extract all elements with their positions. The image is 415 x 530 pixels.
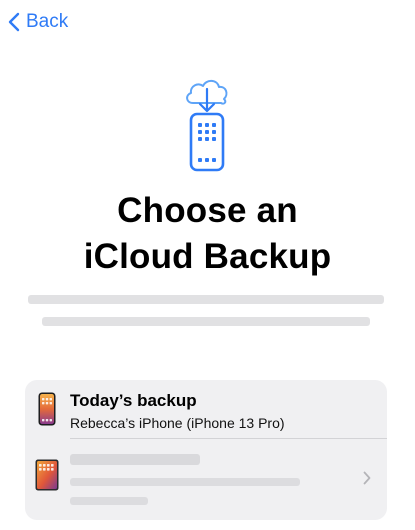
icloud-download-to-iphone-icon (183, 74, 231, 174)
backup-title: Today’s backup (70, 391, 197, 410)
iphone-icon (38, 392, 56, 431)
backup-device-name: Rebecca’s iPhone (iPhone 13 Pro) (70, 415, 285, 431)
backup-title-placeholder (70, 454, 200, 465)
backup-row-todays-backup[interactable]: Today’s backup Rebecca’s iPhone (iPhone … (25, 380, 387, 438)
backup-detail-placeholder (70, 478, 300, 486)
page-title-line-2: iCloud Backup (83, 237, 332, 276)
back-button[interactable]: Back (8, 10, 68, 34)
description-placeholder-line (28, 295, 384, 304)
backup-detail-placeholder (70, 497, 148, 505)
ipad-icon (35, 459, 59, 496)
description-placeholder-line (42, 317, 370, 326)
page-title: Choose an iCloud Backup (0, 188, 415, 280)
backup-row-placeholder[interactable] (25, 439, 387, 519)
restore-from-icloud-screen: Back Choose an iCloud Backup Today’s bac… (0, 0, 415, 530)
back-label: Back (26, 11, 69, 32)
page-title-line-1: Choose an (117, 191, 298, 230)
backup-list: Today’s backup Rebecca’s iPhone (iPhone … (25, 380, 387, 520)
chevron-left-icon (8, 12, 20, 32)
chevron-right-icon (363, 471, 371, 490)
